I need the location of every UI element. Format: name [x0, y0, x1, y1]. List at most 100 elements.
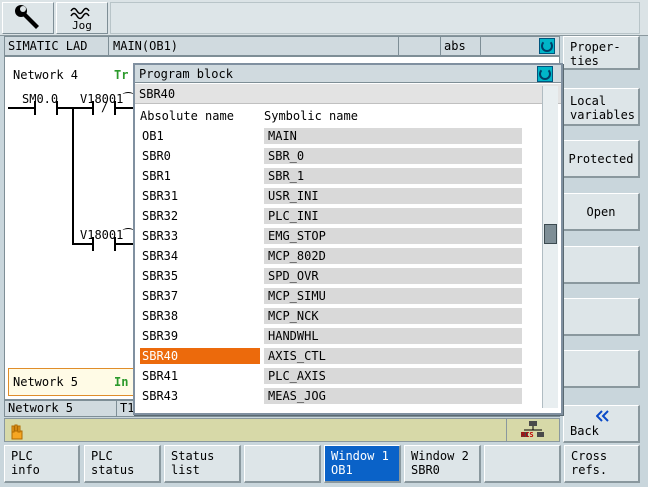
plc-status-softkey[interactable]: PLC status	[84, 445, 161, 483]
dialog-refresh-icon[interactable]	[537, 66, 553, 82]
status-list-softkey[interactable]: Status list	[164, 445, 241, 483]
absolute-name-cell: SBR39	[142, 329, 179, 343]
cross-refs-softkey[interactable]: Cross refs.	[564, 445, 640, 483]
window2-softkey[interactable]: Window 2 SBR0	[404, 445, 481, 483]
program-block-row[interactable]: SBR40 AXIS_CTL	[140, 348, 530, 364]
network5-trail: In	[114, 375, 129, 389]
open-softkey[interactable]: Open	[563, 193, 640, 231]
program-block-row[interactable]: SBR39 HANDWHL	[140, 328, 530, 344]
program-block-row[interactable]: SBR38 MCP_NCK	[140, 308, 530, 324]
header-refresh-icon[interactable]	[539, 38, 555, 54]
program-block-row[interactable]: SBR43 MEAS_JOG	[140, 388, 530, 404]
absolute-name-cell: SBR35	[142, 269, 179, 283]
network4-trail: Tr	[114, 68, 129, 82]
program-block-list: OB1 MAIN SBR0 SBR_0 SBR1 SBR_1 SBR31 USR_INI SBR…	[136, 128, 536, 408]
program-block-row[interactable]: SBR41 PLC_AXIS	[140, 368, 530, 384]
ladder-power-rail-top	[8, 107, 34, 109]
jog-label: Jog	[72, 19, 92, 32]
jog-button[interactable]: Jog	[56, 2, 108, 34]
ladder-wire-2	[116, 107, 134, 109]
program-block-row[interactable]: OB1 MAIN	[140, 128, 530, 144]
properties-softkey[interactable]: Proper- ties	[563, 36, 640, 70]
program-block-row[interactable]: SBR34 MCP_802D	[140, 248, 530, 264]
rcs-label: RCS	[521, 431, 534, 439]
absolute-name-cell: SBR41	[142, 369, 179, 383]
back-chevron-icon	[596, 410, 609, 422]
contact1-left	[34, 101, 36, 115]
back-label: Back	[570, 424, 599, 438]
symbolic-name-cell: HANDWHL	[264, 328, 522, 344]
program-block-row[interactable]: SBR31 USR_INI	[140, 188, 530, 204]
symbolic-name-cell: EMG_STOP	[264, 228, 522, 244]
absolute-name-cell: SBR0	[142, 149, 171, 163]
program-block-row[interactable]: SBR0 SBR_0	[140, 148, 530, 164]
contact1-label: SM0.0	[22, 92, 59, 106]
symbolic-name-cell: SBR_1	[264, 168, 522, 184]
protected-softkey[interactable]: Protected	[563, 140, 640, 178]
local-variables-softkey[interactable]: Local variables	[563, 88, 640, 126]
symbolic-name-cell: SPD_OVR	[264, 268, 522, 284]
header-divider-3	[440, 37, 441, 55]
contact3-label: V18001⁀	[80, 228, 133, 242]
absolute-name-cell: SBR38	[142, 309, 179, 323]
header-mode: abs	[444, 39, 466, 53]
message-bar	[4, 418, 560, 442]
symbolic-name-cell: PLC_AXIS	[264, 368, 522, 384]
dialog-current-value: SBR40	[139, 87, 176, 101]
scrollbar-thumb[interactable]	[544, 224, 557, 244]
header-program: MAIN(OB1)	[113, 39, 179, 53]
program-block-row[interactable]: SBR33 EMG_STOP	[140, 228, 530, 244]
plc-info-softkey[interactable]: PLC info	[4, 445, 80, 483]
ladder-branch-vertical	[72, 108, 74, 244]
dialog-title: Program block	[139, 67, 233, 81]
network5-label: Network 5	[13, 375, 79, 389]
right-softkey-5[interactable]	[563, 246, 640, 284]
symbolic-name-cell: PLC_INI	[264, 208, 522, 224]
program-block-row[interactable]: SBR1 SBR_1	[140, 168, 530, 184]
header-left: SIMATIC LAD	[8, 39, 88, 53]
contact2-negation: /	[101, 100, 109, 114]
absolute-name-cell: SBR32	[142, 209, 179, 223]
absolute-name-cell: SBR31	[142, 189, 179, 203]
symbolic-name-cell: MCP_SIMU	[264, 288, 522, 304]
symbolic-name-cell: USR_INI	[264, 188, 522, 204]
right-softkey-7[interactable]	[563, 350, 640, 388]
column-header-symbolic: Symbolic name	[264, 109, 358, 123]
dialog-current-bar	[135, 84, 561, 104]
message-divider	[506, 419, 507, 441]
toolbar-empty-slot	[110, 2, 640, 34]
absolute-name-cell: SBR37	[142, 289, 179, 303]
ladder-wire-3	[72, 243, 92, 245]
window1-softkey[interactable]: Window 1 OB1	[324, 445, 401, 483]
contact3-left	[92, 237, 94, 251]
absolute-name-cell: OB1	[142, 129, 164, 143]
program-block-row[interactable]: SBR32 PLC_INI	[140, 208, 530, 224]
jog-wave-icon	[70, 7, 90, 20]
symbolic-name-cell: MCP_NCK	[264, 308, 522, 324]
dialog-scrollbar[interactable]	[542, 86, 558, 408]
absolute-name-cell: SBR43	[142, 389, 179, 403]
wrench-icon	[15, 5, 39, 29]
network4-label: Network 4	[13, 68, 79, 82]
ladder-wire-1	[58, 107, 92, 109]
bottom-softkey-4[interactable]	[244, 445, 321, 483]
symbolic-name-cell: MCP_802D	[264, 248, 522, 264]
absolute-name-cell: SBR34	[142, 249, 179, 263]
tools-button[interactable]	[2, 2, 54, 34]
ladder-wire-4	[116, 243, 134, 245]
right-softkey-6[interactable]	[563, 298, 640, 336]
absolute-name-cell: SBR33	[142, 229, 179, 243]
status-network: Network 5	[8, 401, 74, 415]
contact2-left	[92, 101, 94, 115]
bottom-softkey-7[interactable]	[484, 445, 561, 483]
symbolic-name-cell: AXIS_CTL	[264, 348, 522, 364]
hand-icon	[11, 424, 23, 440]
header-divider-2	[398, 37, 399, 55]
program-block-row[interactable]: SBR35 SPD_OVR	[140, 268, 530, 284]
symbolic-name-cell: MAIN	[264, 128, 522, 144]
absolute-name-cell: SBR1	[142, 169, 171, 183]
back-softkey[interactable]: Back	[563, 405, 640, 443]
program-block-row[interactable]: SBR37 MCP_SIMU	[140, 288, 530, 304]
symbolic-name-cell: MEAS_JOG	[264, 388, 522, 404]
header-divider	[108, 37, 109, 55]
